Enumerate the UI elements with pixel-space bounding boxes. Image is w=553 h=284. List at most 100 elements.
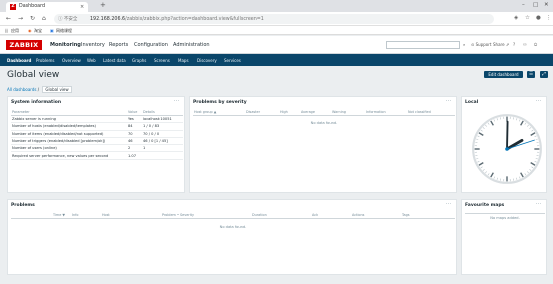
menu-monitoring[interactable]: Monitoring xyxy=(50,42,81,48)
share-link[interactable]: Share ⇗ xyxy=(493,42,509,47)
details-cell: 46 / 0 [1 / 45] xyxy=(142,137,183,146)
zabbix-logo[interactable]: ZABBIX xyxy=(6,40,42,50)
address-toolbar: ← → ↻ ⌂ ⓘ 不安全 192.168.206.6/zabbix/zabbi… xyxy=(0,12,553,26)
url-path: /zabbix/zabbix.php?action=dashboard.view… xyxy=(125,16,264,22)
home-icon[interactable]: ⌂ xyxy=(42,15,46,22)
column-header: Problem • Severity xyxy=(161,212,251,219)
bookmark-courses[interactable]: 网络课程 xyxy=(56,28,72,34)
reload-icon[interactable]: ↻ xyxy=(30,15,35,22)
new-tab-button[interactable]: + xyxy=(100,1,106,9)
column-header-time[interactable]: Time ▼ xyxy=(11,212,71,219)
submenu-maps[interactable]: Maps xyxy=(178,58,189,63)
param-cell: Number of hosts (enabled/disabled/templa… xyxy=(11,122,127,131)
details-cell: localhost:10051 xyxy=(142,115,183,124)
widget-system-information: System information ··· Parameter Value D… xyxy=(7,96,185,193)
no-data-message: No data found. xyxy=(310,121,338,125)
breadcrumb: All dashboards / Global view xyxy=(7,86,72,93)
back-icon[interactable]: ← xyxy=(6,15,11,22)
browser-tab[interactable]: Z Dashboard × xyxy=(6,2,88,12)
submenu-graphs[interactable]: Graphs xyxy=(132,58,146,63)
menu-administration[interactable]: Administration xyxy=(173,42,210,48)
severity-table: Host group ▲ Disaster High Average Warni… xyxy=(193,109,455,116)
support-label: Support xyxy=(475,42,492,47)
column-header: Host xyxy=(101,212,161,219)
details-cell: 1 xyxy=(142,144,183,153)
security-indicator[interactable]: ⓘ 不安全 xyxy=(58,16,77,22)
no-data-message: No data found. xyxy=(219,225,247,229)
breadcrumb-current[interactable]: Global view xyxy=(42,86,72,93)
window-close-icon[interactable]: ✕ xyxy=(544,2,549,8)
value-cell: 84 xyxy=(127,122,142,131)
submenu-services[interactable]: Services xyxy=(224,58,241,63)
breadcrumb-separator: / xyxy=(37,87,40,92)
forward-icon[interactable]: → xyxy=(18,15,23,22)
support-link[interactable]: ⊙ Support xyxy=(471,42,491,47)
browser-tab-title: Dashboard xyxy=(19,4,46,9)
column-header: Not classified xyxy=(407,109,455,116)
table-row: Number of triggers (enabled/disabled [pr… xyxy=(11,137,183,146)
column-header: Average xyxy=(300,109,331,116)
browser-tab-bar: Z Dashboard × + – □ ✕ xyxy=(0,0,553,12)
help-link[interactable]: ? xyxy=(513,42,515,47)
table-row: Number of hosts (enabled/disabled/templa… xyxy=(11,122,183,131)
table-row: Number of items (enabled/disabled/not su… xyxy=(11,130,183,138)
problems-table: Time ▼ Info Host Problem • Severity Dura… xyxy=(11,212,455,219)
column-header: Duration xyxy=(251,212,311,219)
bookmark-apps[interactable]: 应用 xyxy=(11,28,19,34)
column-header: High xyxy=(279,109,300,116)
param-cell: Number of items (enabled/disabled/not su… xyxy=(11,130,127,138)
widget-title: Favourite maps xyxy=(465,203,505,208)
table-row: Zabbix server is running Yes localhost:1… xyxy=(11,115,183,124)
submenu-discovery[interactable]: Discovery xyxy=(197,58,217,63)
widget-menu-icon[interactable]: ··· xyxy=(446,201,452,207)
maximize-icon[interactable]: □ xyxy=(533,2,538,8)
submenu-overview[interactable]: Overview xyxy=(62,58,81,63)
submenu-dashboard[interactable]: Dashboard xyxy=(7,58,31,63)
submenu-latest-data[interactable]: Latest data xyxy=(103,58,126,63)
value-cell: 46 xyxy=(127,137,142,146)
submenu-screens[interactable]: Screens xyxy=(154,58,170,63)
column-header: Warning xyxy=(331,109,365,116)
widget-local-clock: Local ··· xyxy=(461,96,547,193)
widget-menu-icon[interactable]: ··· xyxy=(536,98,542,104)
submenu-web[interactable]: Web xyxy=(87,58,96,63)
user-profile-icon[interactable]: ⚇ xyxy=(523,42,527,47)
search-input[interactable] xyxy=(386,41,460,49)
column-header: Actions xyxy=(351,212,401,219)
browser-menu-icon[interactable]: ⋮ xyxy=(546,15,552,21)
column-header[interactable]: Host group ▲ xyxy=(193,109,245,116)
menu-inventory[interactable]: Inventory xyxy=(81,42,105,48)
column-header: Disaster xyxy=(245,109,279,116)
widget-title: Problems by severity xyxy=(193,100,247,105)
translate-icon[interactable]: ◈ xyxy=(514,15,518,21)
bookmark-taobao[interactable]: 淘宝 xyxy=(34,28,42,34)
system-info-table: Parameter Value Details Zabbix server is… xyxy=(11,109,183,160)
fullscreen-icon[interactable]: ⤢ xyxy=(540,71,548,78)
table-row: Number of users (online) 2 1 xyxy=(11,144,183,153)
minimize-icon[interactable]: – xyxy=(522,2,525,8)
column-header: Information xyxy=(365,109,407,116)
widget-problems: Problems ··· Time ▼ Info Host Problem • … xyxy=(7,199,457,275)
breadcrumb-all-dashboards[interactable]: All dashboards xyxy=(7,87,36,92)
menu-configuration[interactable]: Configuration xyxy=(134,42,168,48)
sign-out-icon[interactable]: ⏻ xyxy=(534,42,537,47)
apps-icon[interactable]: ⣿ xyxy=(5,28,8,33)
widget-menu-icon[interactable]: ··· xyxy=(536,201,542,207)
param-cell: Required server performance, new values … xyxy=(11,151,127,160)
zabbix-favicon-icon: Z xyxy=(10,4,16,10)
menu-reports[interactable]: Reports xyxy=(109,42,128,48)
param-cell: Zabbix server is running xyxy=(11,115,127,124)
url-field[interactable]: ⓘ 不安全 192.168.206.6/zabbix/zabbix.php?ac… xyxy=(54,14,494,24)
search-icon[interactable]: ⌕ xyxy=(463,42,465,47)
value-cell: Yes xyxy=(127,115,142,124)
profile-icon[interactable]: ● xyxy=(536,15,541,21)
widget-menu-icon[interactable]: ··· xyxy=(446,98,452,104)
star-icon[interactable]: ☆ xyxy=(525,15,530,21)
widget-menu-icon[interactable]: ··· xyxy=(174,98,180,104)
edit-dashboard-button[interactable]: Edit dashboard xyxy=(484,71,523,78)
submenu-problems[interactable]: Problems xyxy=(36,58,54,63)
value-cell: 70 xyxy=(127,130,142,138)
value-cell: 2 xyxy=(127,144,142,153)
tab-close-icon[interactable]: × xyxy=(80,4,84,10)
dashboard-actions-icon[interactable]: ☰ xyxy=(527,71,535,78)
